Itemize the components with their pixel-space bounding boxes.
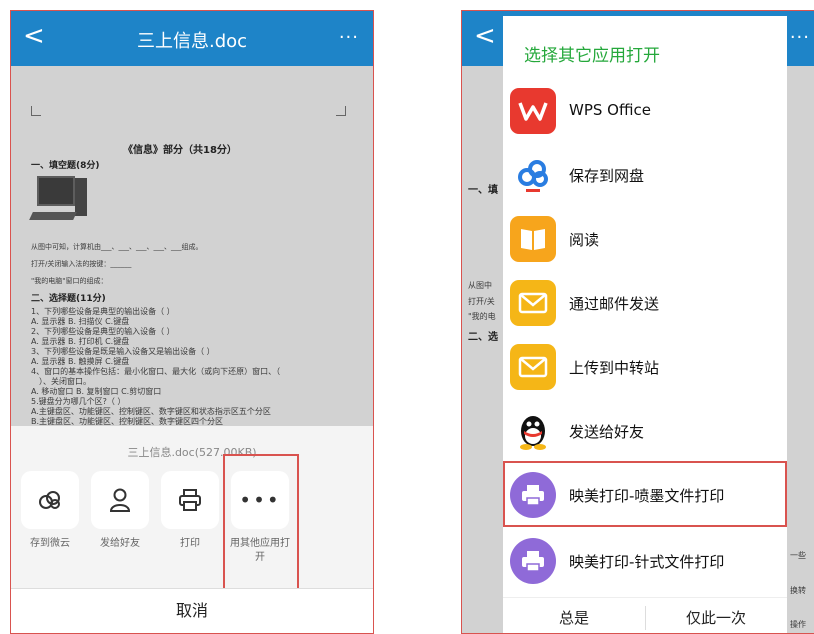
doc-line: "我的电脑"窗口的组成：	[31, 277, 108, 285]
more-button[interactable]: ···	[339, 27, 359, 48]
app-option-reader[interactable]: 阅读	[503, 210, 787, 272]
doc-section-2: 二、选择题(11分)	[31, 294, 106, 304]
app-option-netdisk[interactable]: 保存到网盘	[503, 146, 787, 208]
app-option-label: WPS Office	[569, 101, 651, 119]
dialog-footer: 总是 仅此一次	[503, 597, 787, 633]
wps-icon	[510, 88, 556, 134]
doc-fragment: "我的电	[468, 312, 496, 321]
always-button[interactable]: 总是	[503, 598, 645, 633]
doc-fragment: 一、填	[468, 185, 498, 196]
app-option-label: 上传到中转站	[569, 359, 660, 377]
doc-line: 打开/关闭输入法的按键：______	[31, 260, 132, 268]
doc-fragment: 二、选	[468, 332, 498, 343]
app-option-transfer[interactable]: 上传到中转站	[503, 338, 787, 400]
just-once-button[interactable]: 仅此一次	[645, 598, 787, 633]
app-option-label: 通过邮件发送	[569, 295, 660, 313]
app-option-label: 发送给好友	[569, 423, 645, 441]
person-icon	[109, 488, 131, 512]
printer-icon	[179, 489, 201, 511]
more-button[interactable]: ···	[790, 27, 810, 48]
doc-fragment: 换转	[790, 586, 806, 595]
app-option-label: 保存到网盘	[569, 167, 645, 185]
page-corner-mark	[31, 106, 41, 116]
qq-icon	[510, 408, 556, 454]
send-to-friend-button[interactable]: 发给好友	[87, 471, 153, 551]
baidu-netdisk-icon	[510, 152, 556, 198]
app-option-label: 阅读	[569, 231, 600, 249]
document-title: 三上信息.doc	[136, 31, 248, 52]
highlight-box	[223, 454, 299, 602]
highlight-box	[503, 461, 787, 527]
file-name-label: 三上信息.doc(527.00KB)	[127, 446, 257, 459]
save-to-weiyun-button[interactable]: 存到微云	[17, 471, 83, 551]
doc-fragment: 从图中	[468, 281, 492, 290]
right-screenshot: < ··· 一、填 从图中 打开/关 "我的电 二、选 一些 换转 操作 选择其…	[461, 10, 814, 634]
printer-icon	[510, 538, 556, 584]
open-with-dialog: 选择其它应用打开 WPS Office 保存到网盘 阅读 通过邮件发送 上传到中…	[503, 16, 787, 633]
app-header: < 三上信息.doc ···	[11, 11, 373, 66]
cloud-icon	[39, 491, 60, 509]
share-sheet: 三上信息.doc(527.00KB) 存到微云 发给好友 打印 ••• 用其他应…	[11, 426, 373, 633]
app-option-wps[interactable]: WPS Office	[503, 82, 787, 144]
app-option-email[interactable]: 通过邮件发送	[503, 274, 787, 336]
option-label: 发给好友	[100, 538, 140, 549]
doc-section-1: 一、填空题(8分)	[31, 161, 100, 171]
page-corner-mark	[336, 106, 346, 116]
app-option-qq[interactable]: 发送给好友	[503, 402, 787, 464]
doc-fragment: 一些	[790, 551, 806, 560]
mail-icon	[510, 344, 556, 390]
left-screenshot: < 三上信息.doc ··· 《信息》部分（共18分） 一、填空题(8分) 从图…	[10, 10, 374, 634]
mail-icon	[510, 280, 556, 326]
doc-fragment: 打开/关	[468, 297, 495, 306]
option-label: 打印	[180, 538, 200, 549]
dialog-title: 选择其它应用打开	[524, 46, 660, 66]
back-button[interactable]: <	[474, 23, 496, 49]
doc-fragment: 操作	[790, 620, 806, 629]
doc-heading: 《信息》部分（共18分）	[123, 145, 237, 156]
cancel-button[interactable]: 取消	[11, 588, 373, 633]
app-option-label: 映美打印-针式文件打印	[569, 553, 725, 571]
doc-line: 从图中可知，计算机由___、___、___、___、___组成。	[31, 243, 203, 251]
print-button[interactable]: 打印	[157, 471, 223, 551]
computer-illustration	[29, 176, 93, 228]
book-icon	[510, 216, 556, 262]
option-label: 存到微云	[30, 538, 70, 549]
app-option-dotmatrix-print[interactable]: 映美打印-针式文件打印	[503, 532, 787, 594]
